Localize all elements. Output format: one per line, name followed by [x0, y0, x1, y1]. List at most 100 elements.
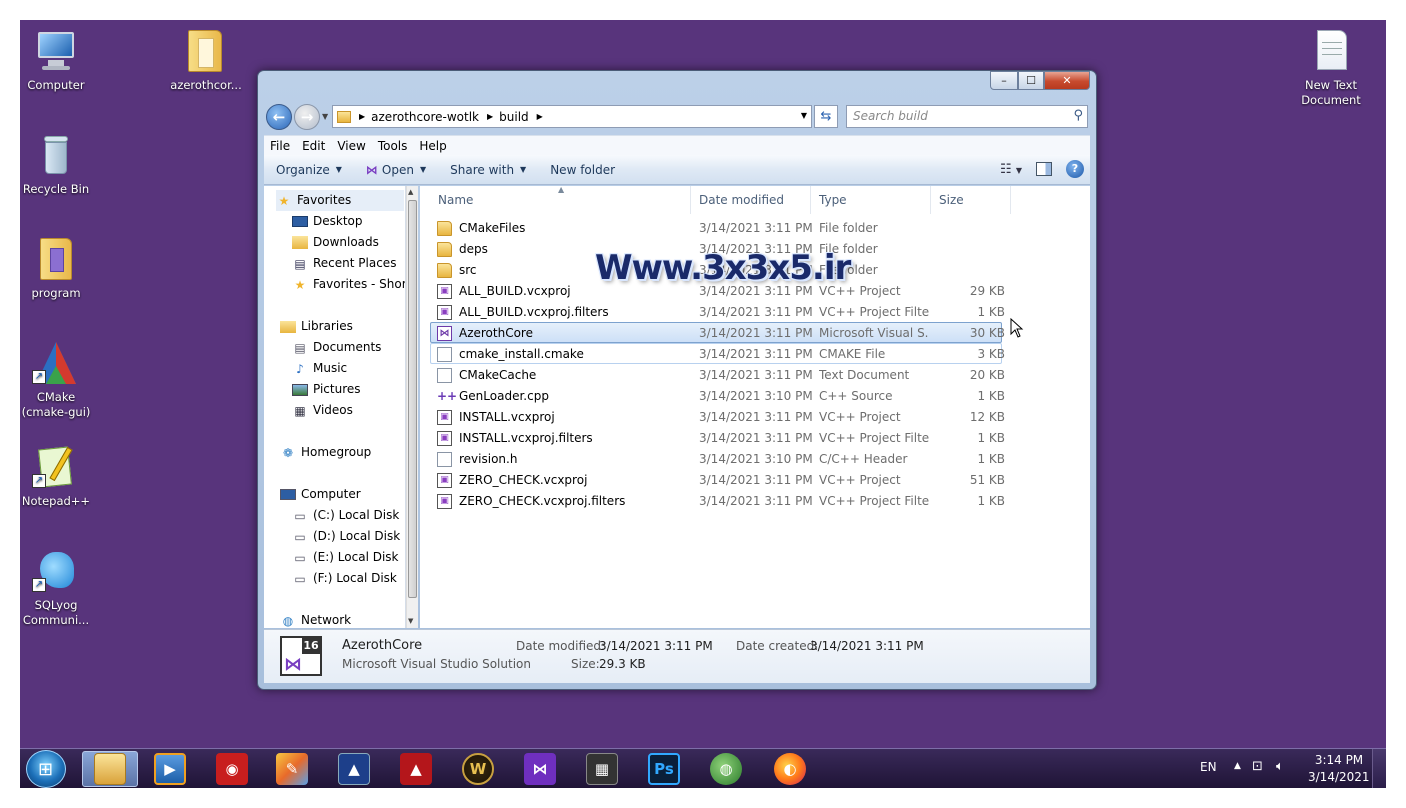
taskbar-visual-studio[interactable]: ⋈ [512, 751, 568, 787]
desktop-icon-sqlyog[interactable]: ↗ SQLyog Communi... [20, 548, 99, 628]
new-folder-button[interactable]: New folder [550, 163, 615, 177]
maximize-button[interactable]: ☐ [1018, 71, 1044, 90]
history-dropdown-icon[interactable]: ▼ [322, 112, 328, 121]
minimize-button[interactable]: – [990, 71, 1018, 90]
nav-music[interactable]: ♪ Music [292, 358, 347, 379]
taskbar-photoshop[interactable]: Ps [636, 751, 692, 787]
taskbar-autocad-app[interactable]: ▲ [388, 751, 444, 787]
search-input[interactable]: Search build ⚲ [846, 105, 1088, 128]
desktop-icon-recycle-bin[interactable]: Recycle Bin [20, 132, 99, 197]
nav-downloads[interactable]: Downloads [292, 232, 379, 253]
file-row[interactable]: ▣ ZERO_CHECK.vcxproj 3/14/2021 3:11 PM VC++… [430, 469, 1005, 490]
file-date-modified: 3/14/2021 3:11 PM [699, 347, 813, 361]
language-indicator[interactable]: EN [1200, 760, 1217, 774]
nav-pictures[interactable]: Pictures [292, 379, 361, 400]
sort-ascending-icon: ▲ [558, 185, 565, 194]
column-header-name[interactable]: Name ▲ [430, 185, 691, 214]
open-button[interactable]: ⋈ Open ▼ [366, 163, 426, 177]
menu-edit[interactable]: Edit [302, 139, 325, 153]
desktop-icon-computer[interactable]: Computer [20, 28, 99, 93]
address-dropdown-icon[interactable]: ▼ [801, 111, 807, 120]
show-desktop-button[interactable] [1372, 749, 1386, 788]
nav-drive-f[interactable]: ▭ (F:) Local Disk [292, 568, 397, 589]
file-row[interactable]: ⋈ AzerothCore 3/14/2021 3:11 PM Microsoft V… [430, 322, 1005, 343]
nav-drive-e[interactable]: ▭ (E:) Local Disk [292, 547, 398, 568]
taskbar-adobe-app[interactable]: ▲ [326, 751, 382, 787]
desktop-icon-notepadpp[interactable]: ↗ Notepad++ [20, 444, 99, 509]
back-button[interactable]: ← [266, 104, 292, 130]
nav-favorites-shortcut[interactable]: ★ Favorites - Shortc [292, 274, 405, 295]
scroll-down-icon[interactable]: ▼ [408, 617, 413, 625]
scroll-up-icon[interactable]: ▲ [408, 188, 413, 196]
nav-desktop[interactable]: Desktop [292, 211, 363, 232]
tray-expand-icon[interactable]: ▲ [1234, 761, 1241, 771]
column-header-type[interactable]: Type [811, 186, 931, 214]
nav-videos[interactable]: ▦ Videos [292, 400, 353, 421]
file-row[interactable]: cmake_install.cmake 3/14/2021 3:11 PM CMAK… [430, 343, 1005, 364]
file-row[interactable]: ▣ ALL_BUILD.vcxproj.filters 3/14/2021 3:11… [430, 301, 1005, 322]
navigation-pane: ★ Favorites Desktop Downloads ▤ Recent Pla… [264, 186, 406, 628]
menu-file[interactable]: File [270, 139, 290, 153]
address-bar[interactable]: ▶ azerothcore-wotlk ▶ build ▶ ▼ [332, 105, 812, 128]
file-row[interactable]: ▣ INSTALL.vcxproj 3/14/2021 3:11 PM VC++ Pr… [430, 406, 1005, 427]
desktop-icon-cmake[interactable]: ↗ CMake (cmake-gui) [20, 340, 99, 420]
taskbar-video-editor[interactable]: ▦ [574, 751, 630, 787]
preview-pane-button[interactable] [1036, 162, 1052, 176]
desktop-icon-new-text-document[interactable]: New Text Document [1288, 28, 1374, 108]
explorer-window[interactable]: – ☐ ✕ ← → ▼ ▶ azerothcore-wotlk ▶ build … [257, 70, 1097, 690]
desktop-icon-azerothcore[interactable]: azerothcor... [163, 28, 249, 93]
nav-network[interactable]: ◍ Network [280, 610, 351, 628]
nav-label: (C:) Local Disk [313, 508, 400, 522]
menu-tools[interactable]: Tools [378, 139, 408, 153]
file-row[interactable]: revision.h 3/14/2021 3:10 PM C/C++ Header 1… [430, 448, 1005, 469]
desktop-icon-label: SQLyog Communi... [22, 598, 90, 627]
close-button[interactable]: ✕ [1044, 71, 1090, 90]
column-header-date[interactable]: Date modified [691, 186, 811, 214]
volume-icon[interactable]: 🔈︎ [1276, 759, 1284, 774]
help-icon[interactable]: ? [1066, 160, 1084, 178]
file-size: 1 KB [977, 389, 1005, 403]
breadcrumb-azerothcore-wotlk[interactable]: azerothcore-wotlk [371, 110, 479, 124]
nav-recent-places[interactable]: ▤ Recent Places [292, 253, 396, 274]
start-button[interactable]: ⊞ [26, 750, 66, 788]
nav-computer[interactable]: Computer [280, 484, 361, 505]
taskbar-media-player[interactable]: ▶ [142, 751, 198, 787]
command-bar: Organize ▼ ⋈ Open ▼ Share with ▼ New folder… [264, 155, 1090, 185]
file-row[interactable]: CMakeFiles 3/14/2021 3:11 PM File folder [430, 217, 1002, 238]
nav-documents[interactable]: ▤ Documents [292, 337, 381, 358]
search-icon[interactable]: ⚲ [1073, 108, 1083, 123]
nav-drive-c[interactable]: ▭ (C:) Local Disk [292, 505, 399, 526]
network-icon[interactable]: ⊡ [1252, 759, 1263, 774]
nav-label: Favorites [297, 193, 352, 207]
file-row[interactable]: ++ GenLoader.cpp 3/14/2021 3:10 PM C++ Sour… [430, 385, 1005, 406]
navigation-scrollbar[interactable]: ▲ ▼ [406, 186, 418, 628]
refresh-button[interactable]: ⇆ [814, 105, 838, 128]
nav-homegroup[interactable]: ❁ Homegroup [280, 442, 371, 463]
nav-favorites[interactable]: ★ Favorites [276, 190, 404, 211]
nav-drive-d[interactable]: ▭ (D:) Local Disk [292, 526, 400, 547]
clock-time[interactable]: 3:14 PM [1314, 753, 1364, 767]
nav-libraries[interactable]: Libraries [280, 316, 353, 337]
organize-button[interactable]: Organize ▼ [276, 163, 342, 177]
file-row[interactable]: ▣ INSTALL.vcxproj.filters 3/14/2021 3:11 P… [430, 427, 1005, 448]
forward-button[interactable]: → [294, 104, 320, 130]
menu-view[interactable]: View [337, 139, 365, 153]
video-editor-icon: ▦ [586, 753, 618, 785]
taskbar-wow-app[interactable]: W [450, 751, 506, 787]
taskbar-paint-app[interactable]: ✎ [264, 751, 320, 787]
menu-help[interactable]: Help [419, 139, 446, 153]
taskbar-firefox[interactable]: ◐ [762, 751, 818, 787]
change-view-button[interactable]: ☷ ▼ [1000, 162, 1022, 177]
file-row[interactable]: ▣ ZERO_CHECK.vcxproj.filters 3/14/2021 3:1… [430, 490, 1005, 511]
taskbar-windows-explorer[interactable] [82, 751, 138, 787]
file-date-modified: 3/14/2021 3:11 PM [699, 494, 813, 508]
taskbar-ie-app[interactable]: ◍ [698, 751, 754, 787]
taskbar-record-app[interactable]: ◉ [204, 751, 260, 787]
clock-date[interactable]: 3/14/2021 [1308, 770, 1370, 784]
share-with-button[interactable]: Share with ▼ [450, 163, 526, 177]
scrollbar-thumb[interactable] [408, 200, 417, 598]
file-row[interactable]: CMakeCache 3/14/2021 3:11 PM Text Document… [430, 364, 1005, 385]
breadcrumb-build[interactable]: build [499, 110, 529, 124]
desktop-icon-program[interactable]: program [20, 236, 99, 301]
column-header-size[interactable]: Size [931, 186, 1011, 214]
